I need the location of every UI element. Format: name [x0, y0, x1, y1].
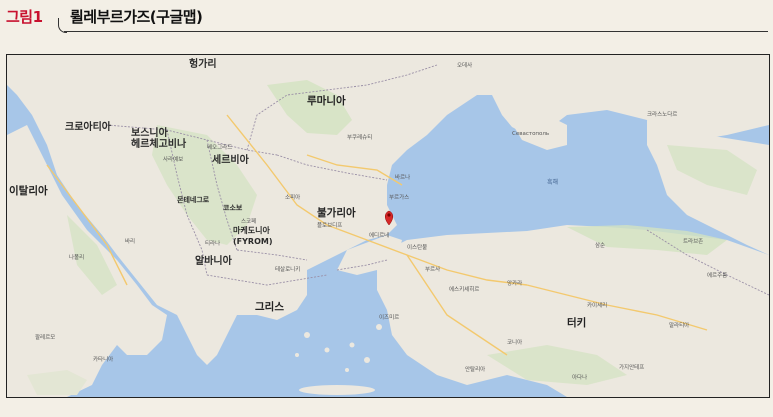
figure-title: 륄레부르가즈(구글맵): [70, 8, 203, 26]
label-sofia: 소피아: [285, 195, 301, 201]
label-ankara: 앙카라: [507, 281, 523, 287]
label-catania: 카타니아: [93, 357, 114, 363]
label-gaziantep: 가지안테프: [619, 365, 645, 371]
label-croatia: 크로아티아: [65, 122, 111, 133]
label-eskisehir: 에스키셰히르: [449, 287, 480, 293]
label-odessa: 오데사: [457, 63, 473, 69]
label-burgas: 부르가스: [389, 195, 410, 201]
label-palermo: 팔레르모: [35, 335, 56, 341]
label-turkey: 터키: [567, 317, 587, 329]
label-istanbul: 이스탄불: [407, 245, 428, 251]
label-black-sea: 흑해: [547, 179, 559, 186]
label-trabzon: 트라브존: [683, 239, 704, 245]
label-thessaloniki: 테살로니키: [275, 267, 301, 273]
label-tirana: 티라나: [205, 241, 221, 247]
label-napoli: 나폴리: [69, 255, 85, 261]
label-samsun: 삼순: [595, 243, 606, 249]
label-greece: 그리스: [255, 301, 284, 313]
title-underline: [64, 31, 768, 32]
label-bursa: 부르사: [425, 267, 441, 273]
label-skopje: 스코페: [241, 219, 257, 225]
label-belgrade: 베오그라드: [207, 145, 233, 151]
label-bulgaria: 불가리아: [317, 207, 356, 219]
map-base: [7, 55, 769, 397]
label-adana: 아다나: [572, 375, 588, 381]
label-konya: 코니아: [507, 340, 523, 346]
label-izmir: 이즈미르: [379, 315, 400, 321]
label-macedonia: 마케도니아 (FYROM): [233, 226, 273, 246]
label-montenegro: 몬테네그로: [177, 196, 210, 204]
label-bosnia: 보스니아 헤르체고비나: [131, 128, 187, 150]
label-kayseri: 카이세리: [587, 303, 608, 309]
label-bucharest: 부쿠레슈티: [347, 135, 373, 141]
label-sevastopol: Севастополь: [512, 131, 550, 137]
label-kosovo: 코소보: [223, 204, 243, 212]
label-plovdiv: 플로브디프: [317, 223, 343, 229]
label-albania: 알바니아: [195, 256, 232, 267]
label-antalya: 안탈리아: [465, 367, 486, 373]
label-sarajevo: 사라예보: [163, 157, 184, 163]
label-romania: 루마니아: [307, 95, 346, 107]
label-hungary: 헝가리: [189, 59, 217, 70]
figure-label: 그림1: [6, 8, 43, 26]
map-view[interactable]: 헝가리 루마니아 크로아티아 보스니아 헤르체고비나 세르비아 이탈리아 불가리…: [6, 54, 770, 398]
label-edirne: 에디르네: [369, 233, 390, 239]
label-malatya: 말라티아: [669, 323, 690, 329]
label-bari: 바리: [125, 239, 136, 245]
label-italy: 이탈리아: [9, 185, 48, 197]
label-erzurum: 에르주룸: [707, 273, 728, 279]
label-krasnodar: 크라스노다르: [647, 112, 678, 118]
label-varna: 바르나: [395, 175, 411, 181]
figure-header: 그림1 륄레부르가즈(구글맵): [0, 0, 773, 40]
land-crete: [299, 385, 375, 395]
label-serbia: 세르비아: [212, 155, 249, 166]
